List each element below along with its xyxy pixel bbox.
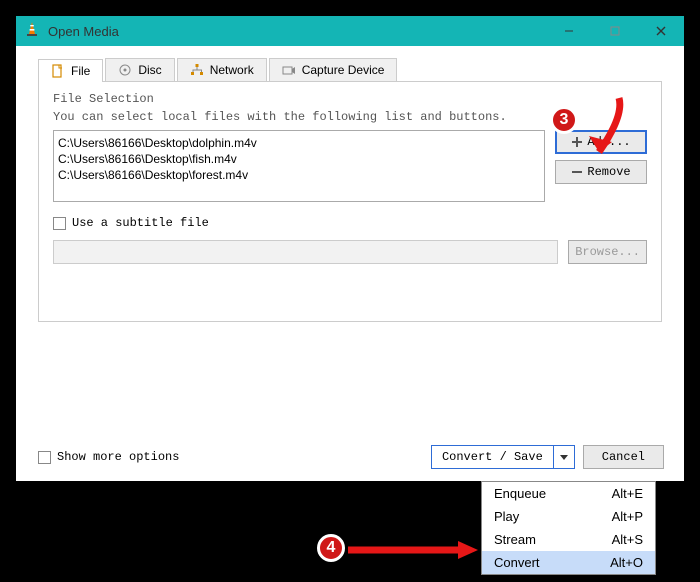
subtitle-checkbox[interactable]	[53, 217, 66, 230]
dropdown-item-enqueue[interactable]: EnqueueAlt+E	[482, 482, 655, 505]
open-media-window: Open Media File Disc Network Capture Dev	[16, 16, 684, 481]
file-selection-title: File Selection	[53, 92, 647, 106]
file-icon	[51, 64, 65, 78]
annotation-arrow-3	[574, 96, 634, 166]
window-title: Open Media	[48, 24, 119, 39]
file-list-item[interactable]: C:\Users\86166\Desktop\dolphin.m4v	[58, 135, 540, 151]
subtitle-row: Use a subtitle file	[53, 216, 647, 230]
file-list-item[interactable]: C:\Users\86166\Desktop\fish.m4v	[58, 151, 540, 167]
annotation-badge-3: 3	[550, 106, 578, 134]
chevron-down-icon	[560, 453, 568, 461]
dropdown-item-play[interactable]: PlayAlt+P	[482, 505, 655, 528]
tab-file[interactable]: File	[38, 59, 103, 82]
tab-capture[interactable]: Capture Device	[269, 58, 398, 81]
capture-icon	[282, 63, 296, 77]
file-list-item[interactable]: C:\Users\86166\Desktop\forest.m4v	[58, 167, 540, 183]
dropdown-item-stream[interactable]: StreamAlt+S	[482, 528, 655, 551]
tab-disc-label: Disc	[138, 63, 161, 77]
annotation-arrow-4	[348, 541, 478, 559]
tab-network-label: Network	[210, 63, 254, 77]
tab-file-label: File	[71, 64, 90, 78]
file-list[interactable]: C:\Users\86166\Desktop\dolphin.m4vC:\Use…	[53, 130, 545, 202]
show-more-label: Show more options	[57, 450, 179, 464]
convert-save-caret[interactable]	[553, 446, 574, 468]
vlc-cone-icon	[24, 21, 48, 42]
cancel-button[interactable]: Cancel	[583, 445, 664, 469]
tab-disc[interactable]: Disc	[105, 58, 174, 81]
browse-button-label: Browse...	[575, 245, 640, 259]
convert-save-label[interactable]: Convert / Save	[432, 446, 553, 468]
subtitle-path-input	[53, 240, 558, 264]
convert-save-dropdown[interactable]: EnqueueAlt+EPlayAlt+PStreamAlt+SConvertA…	[481, 481, 656, 575]
maximize-button[interactable]	[592, 16, 638, 46]
tab-row: File Disc Network Capture Device	[38, 58, 662, 82]
remove-button-label: Remove	[587, 165, 630, 179]
disc-icon	[118, 63, 132, 77]
subtitle-label: Use a subtitle file	[72, 216, 209, 230]
tab-capture-label: Capture Device	[302, 63, 385, 77]
close-button[interactable]	[638, 16, 684, 46]
minimize-button[interactable]	[546, 16, 592, 46]
browse-button: Browse...	[568, 240, 647, 264]
cancel-label: Cancel	[602, 450, 645, 464]
convert-save-button[interactable]: Convert / Save	[431, 445, 575, 469]
titlebar[interactable]: Open Media	[16, 16, 684, 46]
dropdown-item-convert[interactable]: ConvertAlt+O	[482, 551, 655, 574]
annotation-badge-4: 4	[317, 534, 345, 562]
minus-icon	[571, 166, 583, 178]
show-more-checkbox[interactable]	[38, 451, 51, 464]
network-icon	[190, 63, 204, 77]
tab-network[interactable]: Network	[177, 58, 267, 81]
